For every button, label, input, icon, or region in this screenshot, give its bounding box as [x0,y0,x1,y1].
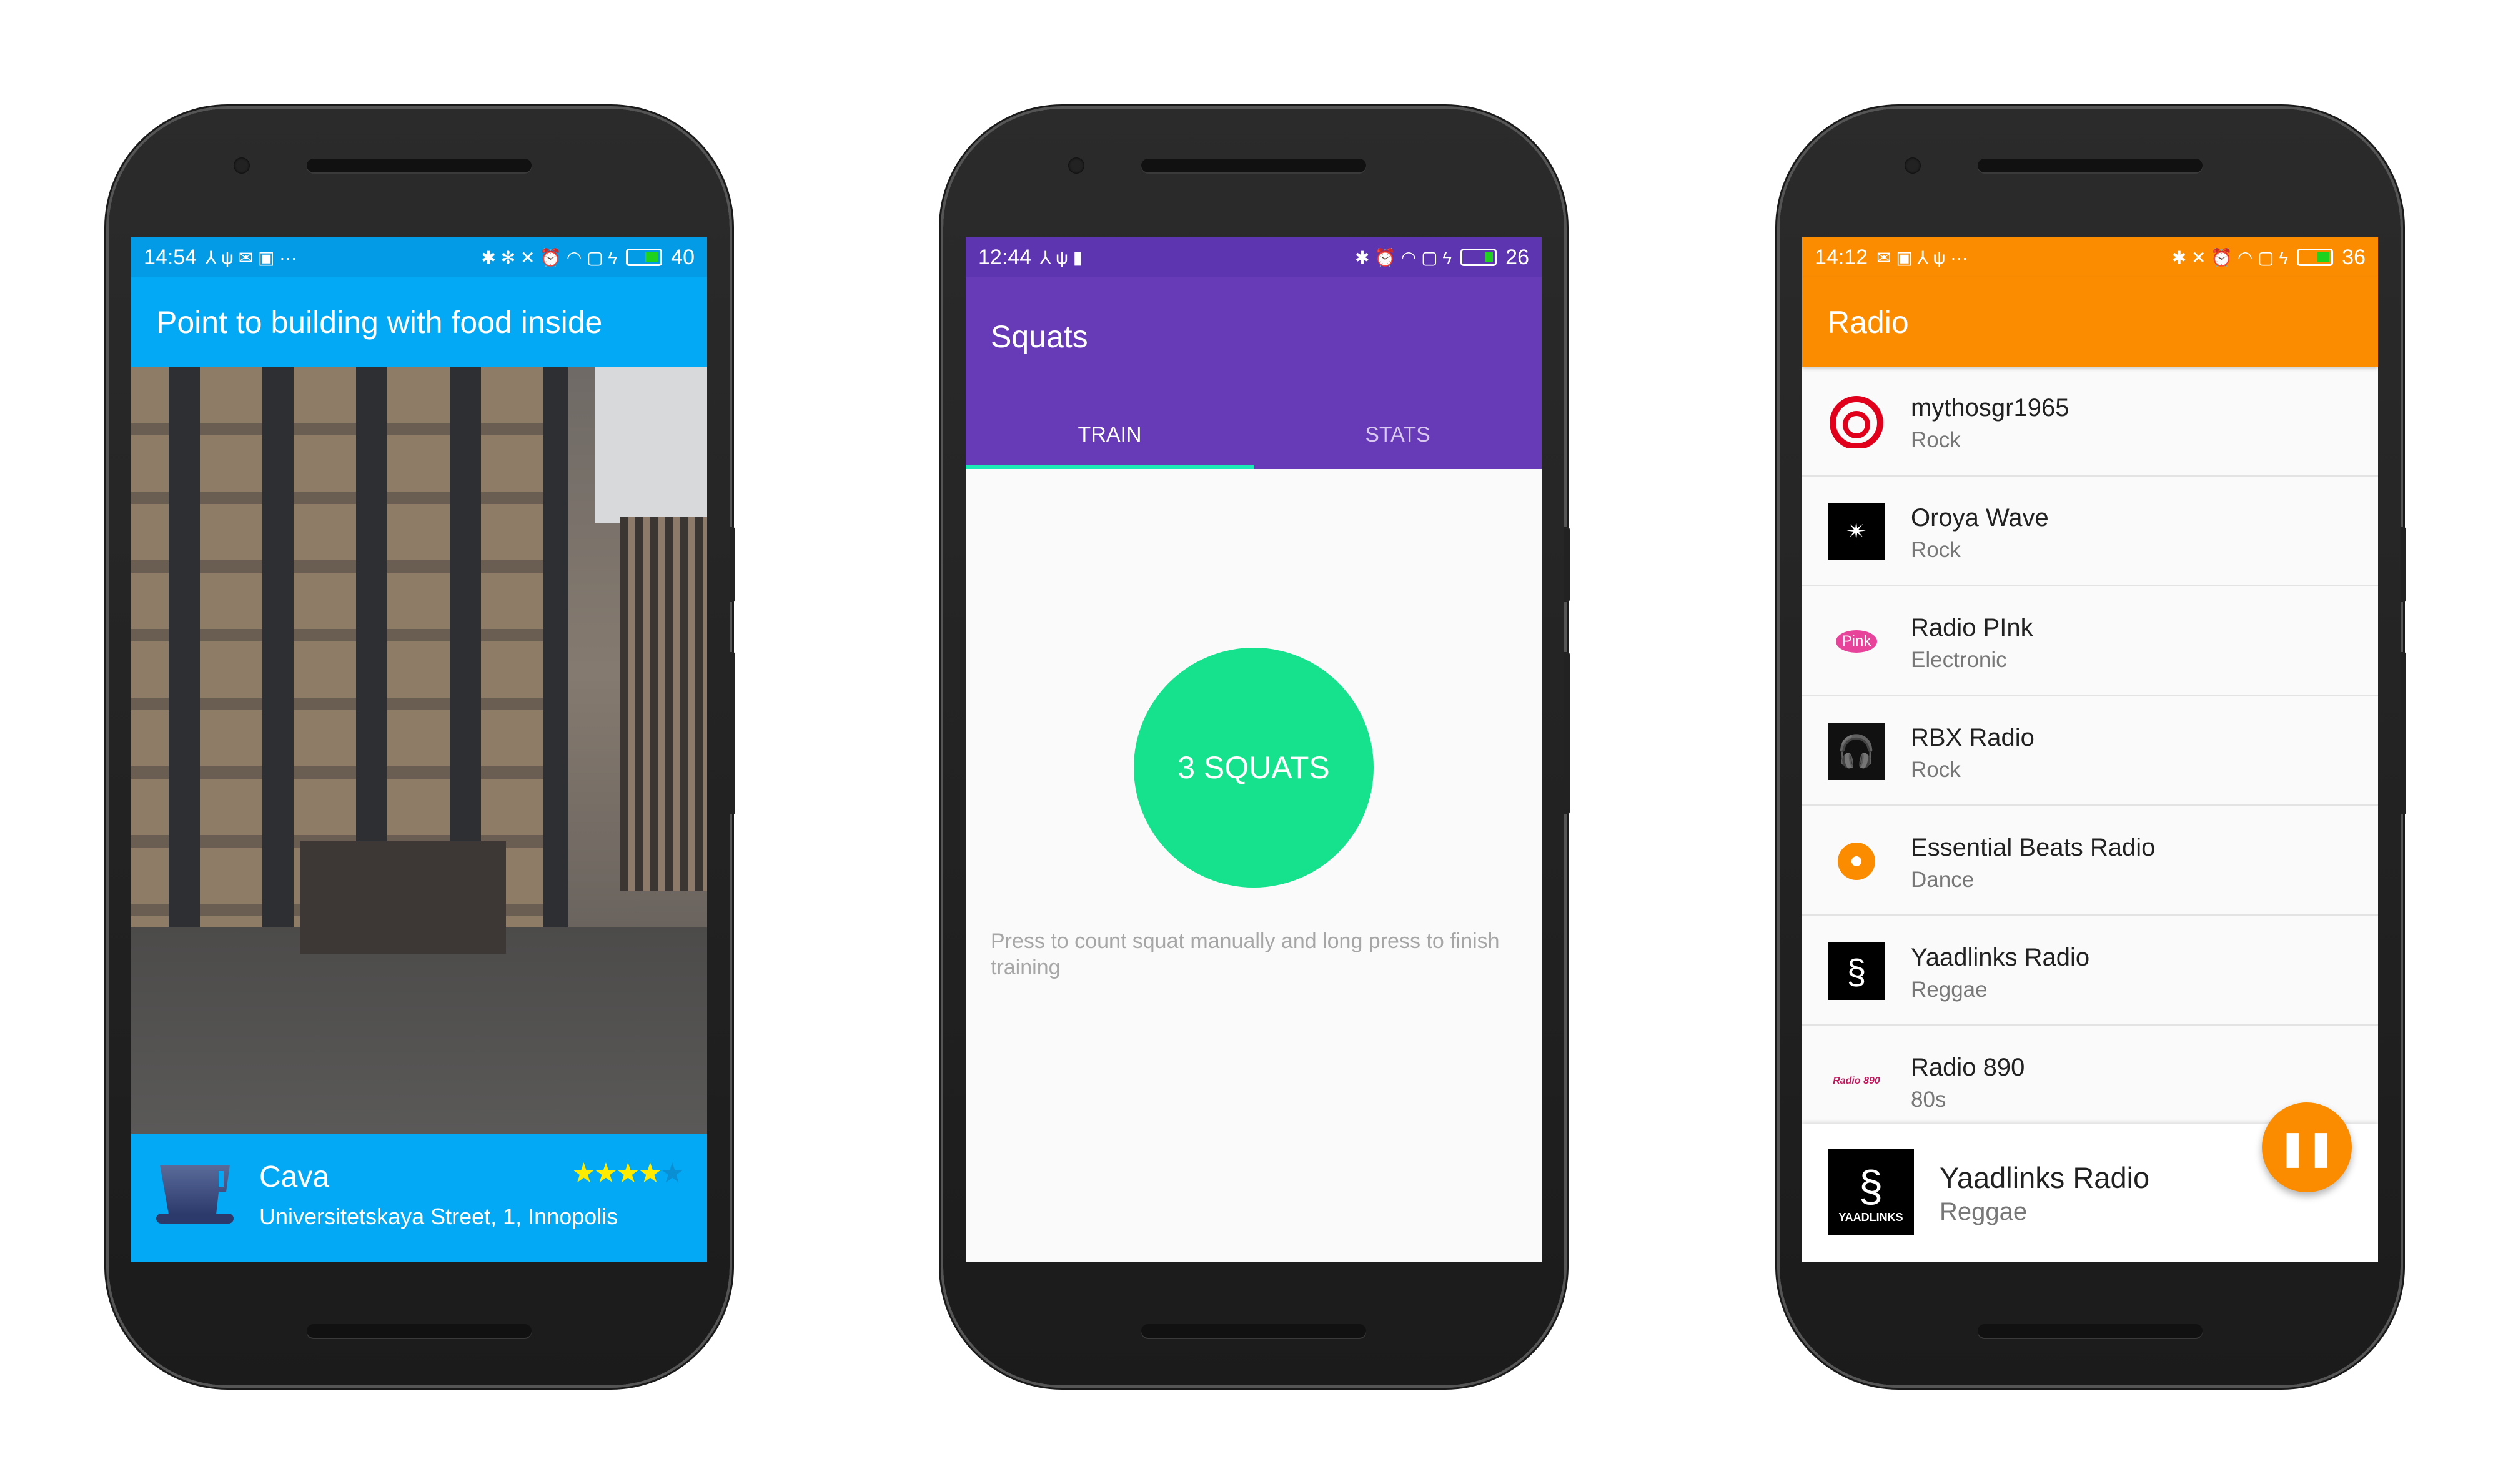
now-playing-logo: § YAADLINKS [1828,1149,1914,1235]
pause-icon: ❚❚ [2278,1129,2336,1167]
system-icons: ✱ ✻ ✕ ⏰ ◠ ▢ ϟ [481,247,618,267]
battery-level: 36 [2342,245,2366,269]
station-logo-icon: § [1828,942,1885,1000]
station-name: Radio PInk [1911,614,2033,641]
coffee-cup-icon [156,1165,234,1224]
earpiece [1978,159,2203,172]
star-icon: ★ [615,1158,641,1189]
station-name: Yaadlinks Radio [1911,944,2090,971]
phone-squats: 12:44 ⅄ ψ ▮ ✱ ⏰ ◠ ▢ ϟ 26 Squats TRAIN STAT… [943,109,1570,1385]
station-row[interactable]: Pink Radio PInk Electronic [1802,586,2378,696]
phone-food-finder: 14:54 ⅄ ψ ✉ ▣ ··· ✱ ✻ ✕ ⏰ ◠ ▢ ϟ 40 Point t… [109,109,735,1385]
notification-icons: ⅄ ψ ▮ [1040,247,1083,267]
station-genre: Reggae [1911,977,1988,1002]
station-name: Essential Beats Radio [1911,834,2156,861]
battery-icon [1460,249,1497,266]
rating-stars: ★★★★★ [571,1157,685,1189]
star-icon: ★ [638,1158,663,1189]
place-card[interactable]: Cava Universitetskaya Street, 1, Innopol… [131,1134,707,1262]
now-playing-genre: Reggae [1940,1198,2028,1225]
station-name: Radio 890 [1911,1054,2025,1081]
system-icons: ✱ ✕ ⏰ ◠ ▢ ϟ [2171,247,2289,267]
star-empty-icon: ★ [660,1158,685,1189]
tab-train[interactable]: TRAIN [966,400,1254,469]
volume-button [1564,652,1570,814]
station-logo-icon: ✴ [1828,503,1885,560]
battery-level: 26 [1505,245,1529,269]
app-bar: Squats TRAIN STATS [966,277,1542,469]
squat-counter-button[interactable]: 3 SQUATS [1134,648,1374,888]
app-bar: Point to building with food inside [131,277,707,367]
status-bar: 14:54 ⅄ ψ ✉ ▣ ··· ✱ ✻ ✕ ⏰ ◠ ▢ ϟ 40 [131,237,707,277]
station-logo-icon: 🎧 [1828,723,1885,780]
station-row[interactable]: § Yaadlinks Radio Reggae [1802,916,2378,1026]
status-time: 12:44 [978,245,1032,269]
station-genre: Rock [1911,428,1961,452]
front-camera [1068,157,1084,174]
status-bar: 14:12 ✉ ▣ ⅄ ψ ··· ✱ ✕ ⏰ ◠ ▢ ϟ 36 [1802,237,2378,277]
battery-level: 40 [671,245,695,269]
star-icon: ★ [571,1158,597,1189]
station-logo-icon: Pink [1828,613,1885,670]
station-name: RBX Radio [1911,724,2035,751]
bottom-speaker [1141,1324,1366,1338]
place-address: Universitetskaya Street, 1, Innopolis [259,1204,618,1229]
station-genre: Rock [1911,758,1961,782]
station-name: Oroya Wave [1911,504,2049,532]
camera-view[interactable] [131,367,707,1134]
station-name: mythosgr1965 [1911,394,2069,422]
battery-icon [2297,249,2334,266]
station-genre: Rock [1911,538,1961,562]
notification-icons: ✉ ▣ ⅄ ψ ··· [1876,247,1968,267]
status-time: 14:54 [144,245,197,269]
yaadlinks-logo-icon: § [1858,1161,1883,1210]
front-camera [234,157,250,174]
bottom-speaker [1978,1324,2203,1338]
station-genre: Dance [1911,868,1975,892]
volume-button [2401,652,2406,814]
station-row[interactable]: Essential Beats Radio Dance [1802,806,2378,916]
station-row[interactable]: ✴ Oroya Wave Rock [1802,477,2378,586]
battery-icon [626,249,663,266]
now-playing-name: Yaadlinks Radio [1940,1161,2150,1194]
instruction-text: Press to count squat manually and long p… [991,929,1500,979]
status-bar: 12:44 ⅄ ψ ▮ ✱ ⏰ ◠ ▢ ϟ 26 [966,237,1542,277]
system-icons: ✱ ⏰ ◠ ▢ ϟ [1355,247,1452,267]
station-genre: Electronic [1911,648,2007,672]
page-title: Radio [1827,304,1909,340]
station-row[interactable]: 🎧 RBX Radio Rock [1802,696,2378,806]
volume-button [730,652,735,814]
station-logo-icon: Radio 890 [1833,1076,1880,1086]
station-list: mythosgr1965 Rock ✴ Oroya Wave Rock Pink Rad… [1802,367,2378,1136]
notification-icons: ⅄ ψ ✉ ▣ ··· [206,247,297,267]
status-time: 14:12 [1815,245,1868,269]
station-row[interactable]: mythosgr1965 Rock [1802,367,2378,477]
station-logo-icon [1828,393,1885,450]
pause-button[interactable]: ❚❚ [2262,1102,2352,1192]
page-title: Squats [991,319,1088,354]
star-icon: ★ [593,1158,618,1189]
earpiece [1141,159,1366,172]
station-logo-icon [1828,833,1885,890]
station-genre: 80s [1911,1087,1946,1112]
phone-radio: 14:12 ✉ ▣ ⅄ ψ ··· ✱ ✕ ⏰ ◠ ▢ ϟ 36 Radio myt… [1780,109,2406,1385]
power-button [1564,527,1570,602]
power-button [730,527,735,602]
front-camera [1905,157,1921,174]
place-name: Cava [259,1160,330,1194]
earpiece [307,159,532,172]
tab-stats[interactable]: STATS [1254,400,1542,469]
tab-bar: TRAIN STATS [966,400,1542,469]
bottom-speaker [307,1324,532,1338]
app-bar: Radio [1802,277,2378,367]
power-button [2401,527,2406,602]
page-title: Point to building with food inside [156,304,603,340]
